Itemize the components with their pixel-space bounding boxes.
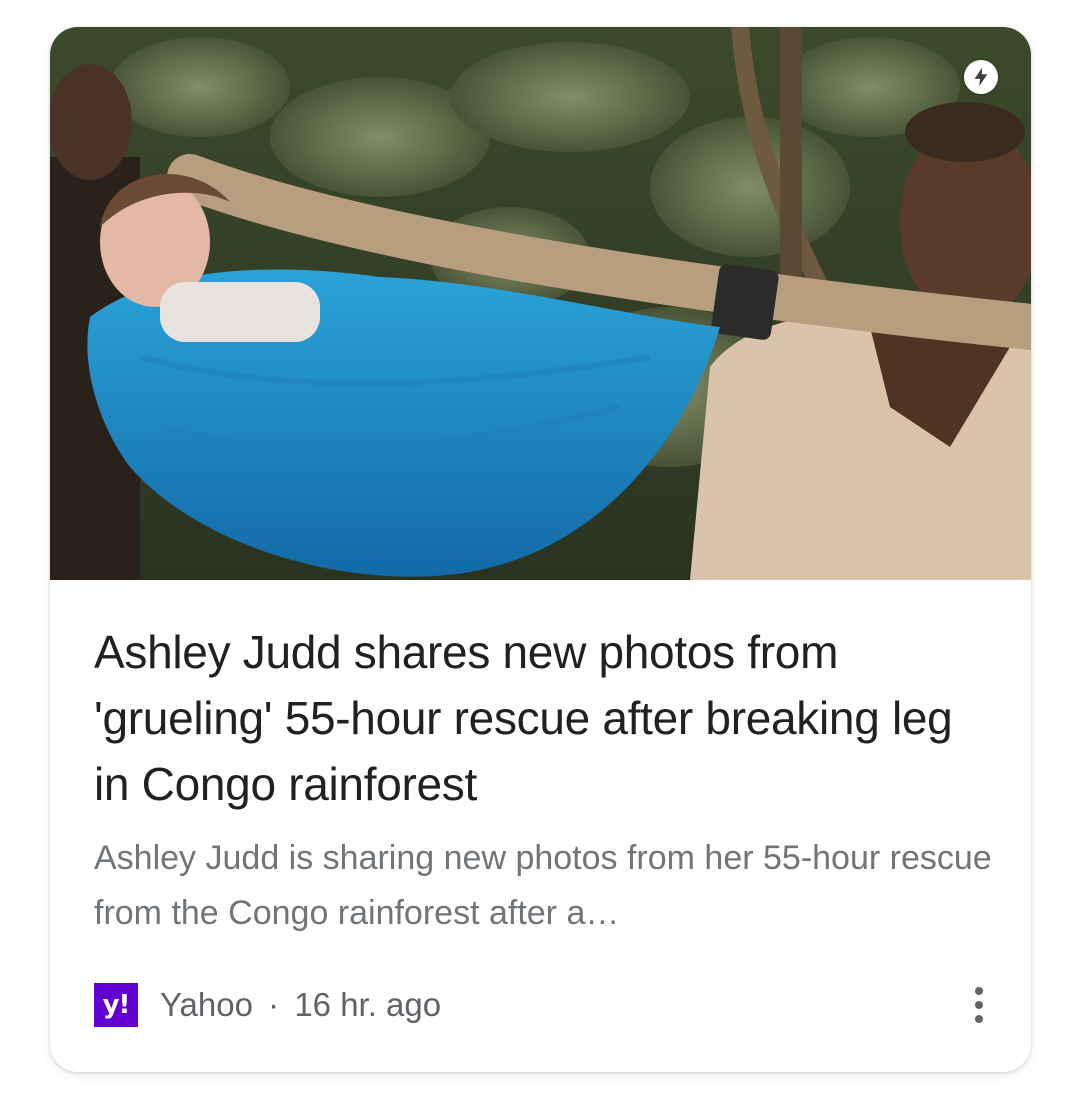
more-options-button[interactable] xyxy=(967,982,991,1028)
article-thumbnail[interactable] xyxy=(50,27,1031,580)
article-snippet: Ashley Judd is sharing new photos from h… xyxy=(94,839,992,932)
lightning-bolt-icon xyxy=(974,67,988,87)
article-title[interactable]: Ashley Judd shares new photos from 'grue… xyxy=(94,619,994,817)
amp-badge xyxy=(964,60,998,94)
article-footer: y! Yahoo · 16 hr. ago xyxy=(94,982,991,1028)
source-logo: y! xyxy=(94,983,138,1027)
publish-time: 16 hr. ago xyxy=(294,986,442,1023)
meta-separator: · xyxy=(268,986,280,1023)
more-vert-icon xyxy=(975,987,983,995)
news-card[interactable]: Ashley Judd shares new photos from 'grue… xyxy=(50,27,1031,1072)
source-name[interactable]: Yahoo xyxy=(160,986,253,1023)
source-meta: Yahoo · 16 hr. ago xyxy=(160,986,441,1024)
